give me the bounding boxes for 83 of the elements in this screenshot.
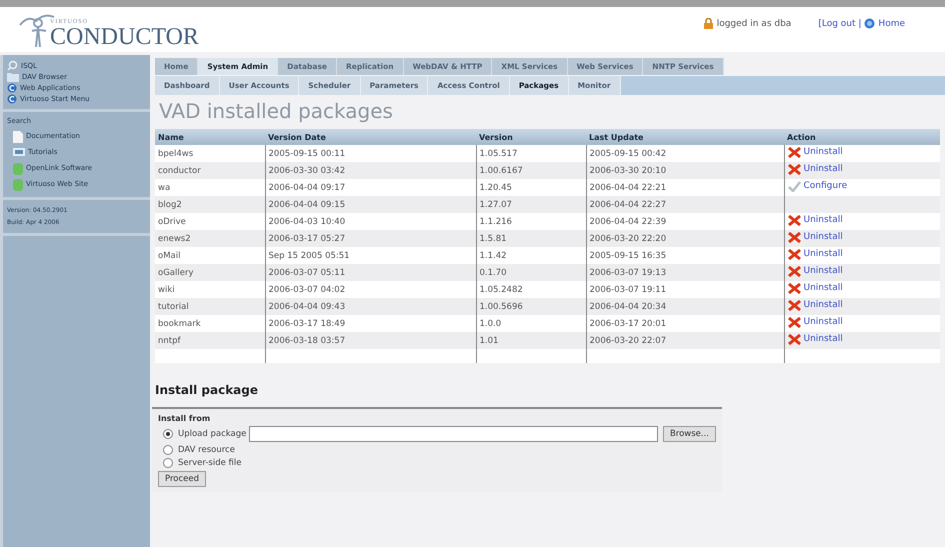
- table-cell: oGallery: [155, 264, 265, 281]
- table-cell: 2006-03-30 20:10: [586, 162, 784, 179]
- table-cell: 1.27.07: [476, 196, 586, 213]
- table-cell: 2006-04-04 09:43: [265, 298, 476, 315]
- table-cell: 2006-03-30 03:42: [265, 162, 476, 179]
- panel-legend: Install from: [158, 414, 210, 423]
- table-cell: 2006-04-04 09:15: [265, 196, 476, 213]
- uninstall-link[interactable]: Uninstall: [804, 215, 843, 225]
- table-cell: 1.00.5696: [476, 298, 586, 315]
- cross-icon: [788, 300, 800, 310]
- configure-link[interactable]: Configure: [804, 181, 848, 191]
- cross-icon: [788, 214, 800, 226]
- radio-button[interactable]: [163, 429, 173, 439]
- home-icon: [864, 18, 876, 29]
- lock-icon: [702, 18, 714, 29]
- page-title: VAD installed packages: [159, 99, 394, 123]
- c-icon: [7, 94, 17, 104]
- check-icon: [788, 180, 800, 192]
- table-cell: 2006-03-20 22:20: [586, 230, 784, 247]
- cross-icon: [788, 232, 800, 242]
- table-cell: 2006-04-04 22:27: [586, 196, 784, 213]
- column-header: Version: [476, 129, 586, 145]
- table-cell: wiki: [155, 281, 265, 298]
- monitor-icon: [13, 148, 25, 158]
- table-cell: 1.5.81: [476, 230, 586, 247]
- magnifier-icon: [7, 60, 18, 71]
- column-header: Name: [155, 129, 265, 145]
- table-cell: wa: [155, 179, 265, 196]
- table-cell: 1.01: [476, 332, 586, 349]
- table-cell: 2006-03-18 03:57: [265, 332, 476, 349]
- proceed-button[interactable]: Proceed: [158, 471, 206, 487]
- logout-link[interactable]: [Log out |: [818, 18, 862, 28]
- table-cell: enews2: [155, 230, 265, 247]
- uninstall-link[interactable]: Uninstall: [804, 283, 843, 293]
- table-cell: conductor: [155, 162, 265, 179]
- uninstall-link[interactable]: Uninstall: [804, 334, 843, 344]
- uninstall-link[interactable]: Uninstall: [804, 147, 843, 157]
- file-path-field[interactable]: [249, 426, 658, 442]
- option-label: Upload package: [178, 429, 246, 439]
- website-icon: [13, 162, 23, 174]
- uninstall-link[interactable]: Uninstall: [804, 266, 843, 276]
- table-cell: 2006-03-07 19:13: [586, 264, 784, 281]
- cross-icon: [788, 316, 800, 328]
- cross-icon: [788, 146, 800, 158]
- cross-icon: [788, 266, 800, 276]
- column-header: Last Update: [586, 129, 784, 145]
- table-cell: 0.1.70: [476, 264, 586, 281]
- table-cell: 2006-03-20 22:07: [586, 332, 784, 349]
- cross-icon: [788, 164, 800, 174]
- table-cell: 2006-03-17 05:27: [265, 230, 476, 247]
- option-label: Server-side file: [178, 458, 242, 468]
- table-cell: tutorial: [155, 298, 265, 315]
- browse-button[interactable]: Browse...: [662, 426, 716, 442]
- uninstall-link[interactable]: Uninstall: [804, 232, 843, 242]
- column-header: Action: [784, 129, 940, 145]
- cross-icon: [788, 282, 800, 294]
- table-cell: bpel4ws: [155, 145, 265, 162]
- document-icon: [13, 130, 23, 142]
- uninstall-link[interactable]: Uninstall: [804, 317, 843, 327]
- table-cell: nntpf: [155, 332, 265, 349]
- uninstall-link[interactable]: Uninstall: [804, 249, 843, 259]
- table-cell: 2006-03-07 05:11: [265, 264, 476, 281]
- column-header: Version Date: [265, 129, 476, 145]
- radio-button[interactable]: [163, 445, 173, 455]
- c-icon: [7, 83, 17, 93]
- cross-icon: [788, 334, 800, 344]
- cross-icon: [788, 248, 800, 260]
- table-cell: bookmark: [155, 315, 265, 332]
- folder-icon: [7, 72, 19, 82]
- uninstall-link[interactable]: Uninstall: [804, 300, 843, 310]
- table-cell: 1.00.6167: [476, 162, 586, 179]
- website-icon: [13, 178, 23, 190]
- radio-button[interactable]: [163, 458, 173, 468]
- uninstall-link[interactable]: Uninstall: [804, 164, 843, 174]
- table-cell: oMail: [155, 247, 265, 264]
- login-status: logged in as dba: [716, 18, 792, 28]
- table-cell: blog2: [155, 196, 265, 213]
- option-label: DAV resource: [178, 445, 235, 455]
- home-link[interactable]: Home: [878, 18, 905, 28]
- table-cell: oDrive: [155, 213, 265, 230]
- table-cell: 2006-04-04 20:34: [586, 298, 784, 315]
- logo-title: CONDUCTOR: [50, 25, 199, 49]
- section-heading: Install package: [155, 383, 259, 397]
